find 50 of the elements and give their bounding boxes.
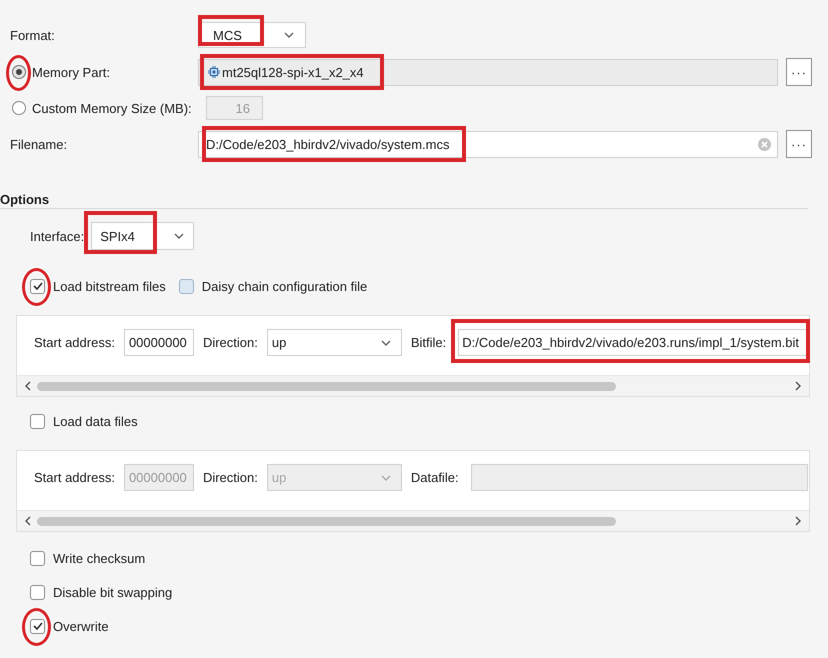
chevron-left-icon[interactable] bbox=[25, 516, 31, 526]
direction-label: Direction: bbox=[202, 470, 258, 485]
start-address-label: Start address: bbox=[34, 470, 115, 485]
checkbox-label: Disable bit swapping bbox=[53, 584, 172, 600]
scrollbar-thumb[interactable] bbox=[37, 516, 616, 526]
horizontal-scrollbar[interactable] bbox=[17, 510, 809, 531]
checkbox[interactable] bbox=[30, 550, 45, 566]
checkbox-label: Load data files bbox=[53, 414, 138, 428]
checkbox-label: Daisy chain configuration file bbox=[202, 278, 368, 294]
chevron-right-icon[interactable] bbox=[795, 516, 801, 526]
browse-button[interactable]: ··· bbox=[786, 130, 812, 158]
radio-button[interactable] bbox=[12, 101, 26, 115]
checkmark-icon bbox=[32, 282, 42, 290]
chevron-down-icon bbox=[380, 340, 391, 346]
chevron-left-icon[interactable] bbox=[25, 381, 31, 391]
checkbox[interactable] bbox=[30, 278, 45, 294]
file-label: Bitfile: bbox=[410, 335, 446, 350]
horizontal-scrollbar[interactable] bbox=[17, 375, 809, 396]
checkbox-label: Overwrite bbox=[53, 618, 109, 634]
start-address-field[interactable]: 00000000 bbox=[124, 329, 194, 356]
checkbox[interactable] bbox=[30, 414, 45, 428]
filename-field[interactable]: D:/Code/e203_hbirdv2/vivado/system.mcs bbox=[198, 130, 778, 158]
checkmark-icon bbox=[32, 622, 42, 630]
direction-dropdown[interactable]: up bbox=[266, 329, 402, 356]
clear-icon[interactable] bbox=[758, 138, 771, 150]
chevron-down-icon bbox=[174, 233, 184, 239]
format-label: Format: bbox=[10, 28, 56, 42]
chevron-down-icon bbox=[380, 474, 391, 480]
checkbox[interactable] bbox=[178, 278, 194, 294]
chip-icon bbox=[208, 66, 220, 78]
checkbox[interactable] bbox=[30, 618, 45, 634]
radio-button[interactable] bbox=[12, 65, 26, 79]
chevron-right-icon[interactable] bbox=[795, 381, 801, 391]
checkbox-label: Load bitstream files bbox=[53, 278, 166, 294]
memory-part-field[interactable]: mt25ql128-spi-x1_x2_x4 bbox=[198, 58, 778, 86]
chevron-down-icon bbox=[284, 32, 294, 38]
options-heading: Options bbox=[0, 192, 50, 206]
radio-label: Custom Memory Size (MB): bbox=[32, 100, 192, 116]
interface-dropdown[interactable]: SPIx4 bbox=[91, 222, 194, 250]
direction-label: Direction: bbox=[202, 335, 258, 350]
interface-label: Interface: bbox=[30, 228, 84, 244]
checkbox-label: Write checksum bbox=[53, 550, 146, 566]
file-path-field[interactable]: D:/Code/e203_hbirdv2/vivado/e203.runs/impl_1/system.bit bbox=[458, 329, 808, 356]
checkbox[interactable] bbox=[30, 584, 45, 600]
scrollbar-thumb[interactable] bbox=[37, 382, 616, 390]
start-address-label: Start address: bbox=[34, 335, 115, 350]
file-label: Datafile: bbox=[410, 470, 459, 485]
filename-label: Filename: bbox=[10, 136, 68, 152]
browse-button[interactable]: ··· bbox=[786, 58, 812, 86]
radio-label: Memory Part: bbox=[32, 64, 110, 80]
